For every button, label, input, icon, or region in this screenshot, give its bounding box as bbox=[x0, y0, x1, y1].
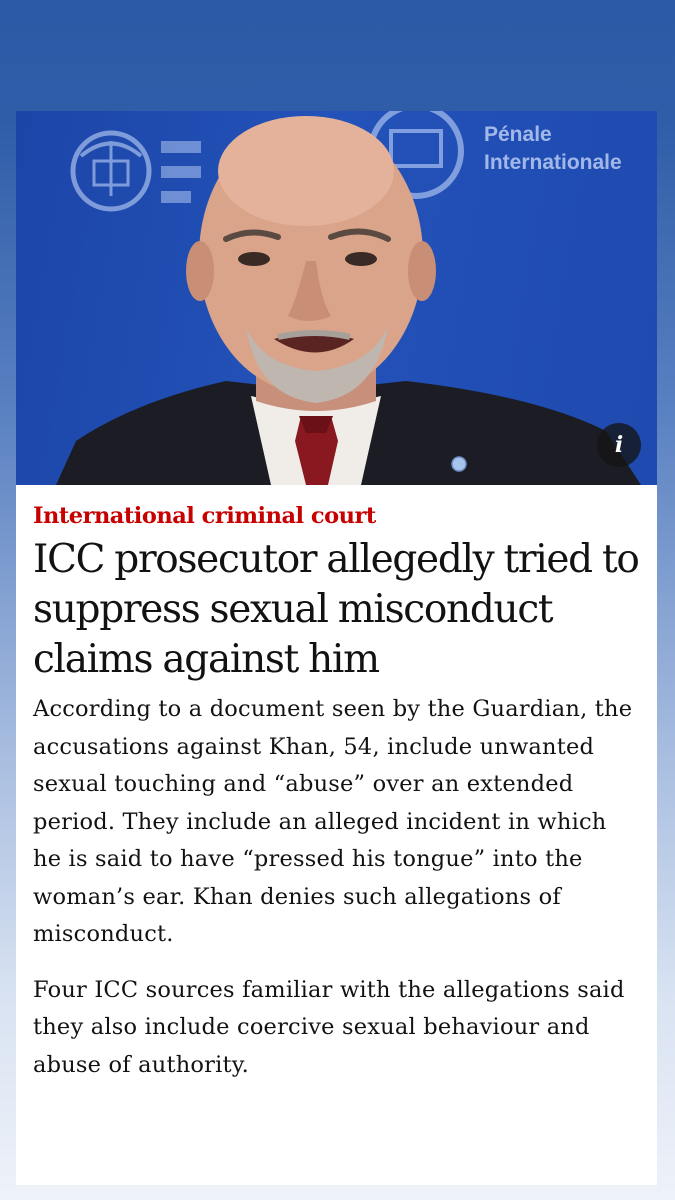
article-paragraph-2: Four ICC sources familiar with the alleg… bbox=[33, 976, 625, 1078]
photo-illustration: Pénale Internationale bbox=[56, 111, 641, 485]
article-paragraph-1: According to a document seen by the Guar… bbox=[33, 696, 633, 947]
article-body: International criminal court ICC prosecu… bbox=[16, 485, 657, 1084]
article-kicker[interactable]: International criminal court bbox=[33, 499, 640, 533]
article-hero-photo: Pénale Internationale i bbox=[16, 111, 657, 485]
image-info-button[interactable]: i bbox=[597, 423, 641, 467]
icc-emblem-left bbox=[70, 130, 152, 212]
backdrop-text-2: Internationale bbox=[484, 151, 622, 174]
article-card[interactable]: Pénale Internationale i International cr… bbox=[16, 111, 657, 1185]
backdrop-text-left bbox=[161, 141, 201, 203]
backdrop-text-1: Pénale bbox=[484, 123, 552, 146]
article-headline[interactable]: ICC prosecutor allegedly tried to suppre… bbox=[33, 535, 640, 685]
